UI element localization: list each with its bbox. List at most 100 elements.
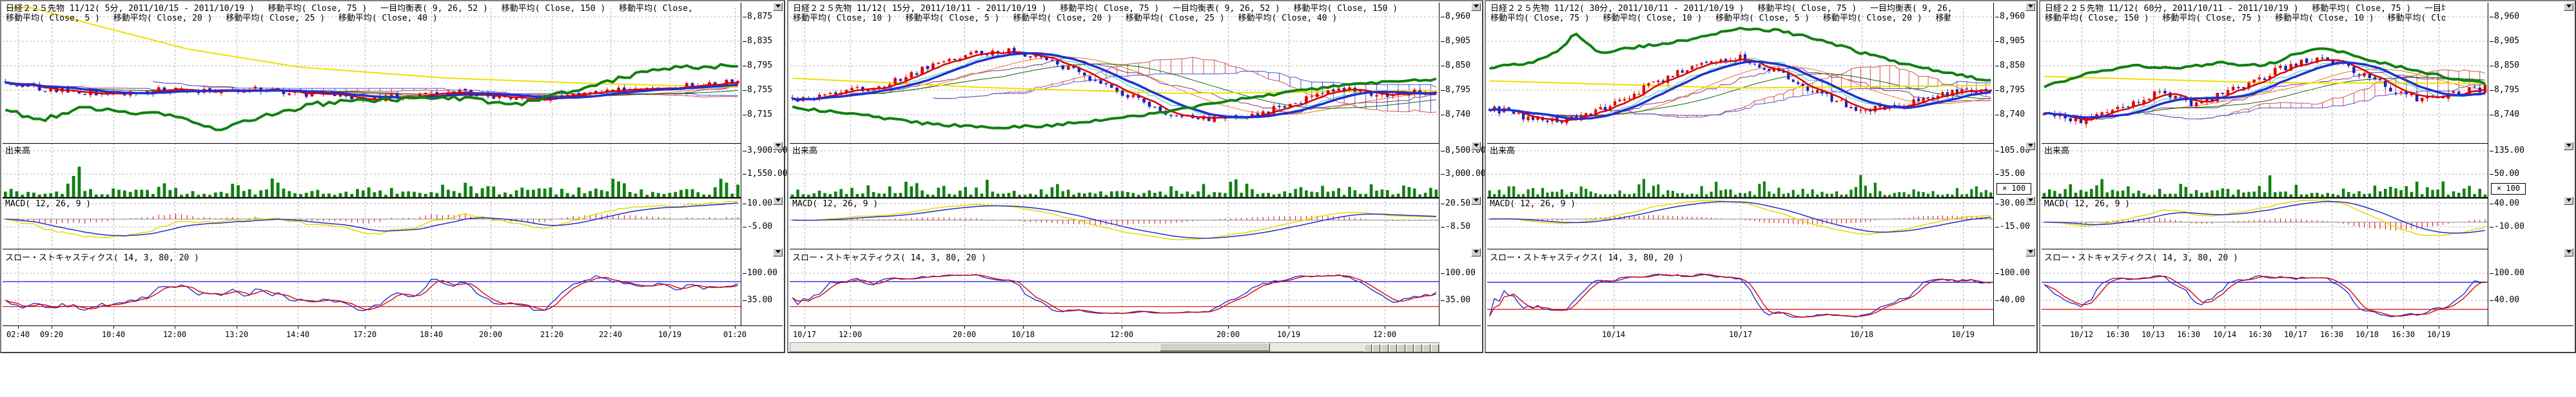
volume-section-label: 出来高 <box>5 144 30 156</box>
price-tick-label: 8,795 <box>2494 85 2519 95</box>
scrollbar-buttons[interactable] <box>1363 343 1439 351</box>
price-axis[interactable]: × 100 8,9608,9058,8508,7958,740105.0035.… <box>1995 3 2035 325</box>
chart-title-line1: 日経２２５先物 11/12( 5分, 2011/10/15 - 2011/10/… <box>6 4 698 14</box>
macd-tick-label: -5.00 <box>747 222 772 232</box>
chevron-down-icon <box>2028 144 2033 150</box>
time-tick <box>431 326 432 329</box>
chevron-down-icon <box>2566 5 2571 10</box>
price-tick-label: 8,850 <box>2494 61 2519 71</box>
stoch-tick-label: 100.00 <box>2494 268 2524 278</box>
time-tick-label: 10/18 <box>1850 330 1873 339</box>
chevron-down-icon <box>1474 144 1479 150</box>
section-dropdown-button[interactable] <box>1471 197 1481 205</box>
macd-section-label: MACD( 12, 26, 9 ) <box>5 199 91 209</box>
scrollbar-thumb[interactable] <box>1160 343 1270 351</box>
time-tick-label: 10/13 <box>2142 330 2165 339</box>
stoch-section-label: スロー・ストキャスティクス( 14, 3, 80, 20 ) <box>5 251 199 263</box>
section-dropdown-button[interactable] <box>2025 197 2035 205</box>
chart-window-5min: 日経２２５先物 11/12( 5分, 2011/10/15 - 2011/10/… <box>0 0 785 353</box>
section-dropdown-button[interactable] <box>2564 248 2573 257</box>
volume-tick-label: 50.00 <box>2494 169 2519 179</box>
chevron-down-icon <box>2028 250 2033 256</box>
time-tick-label: 20:00 <box>953 330 976 339</box>
section-dropdown-button[interactable] <box>1471 248 1481 257</box>
price-tick-label: 8,905 <box>2000 36 2025 46</box>
time-tick <box>1963 326 1964 329</box>
section-dropdown-button[interactable] <box>773 248 783 257</box>
chart-canvas[interactable] <box>3 3 741 325</box>
volume-multiplier-box: × 100 <box>1996 183 2031 195</box>
chart-plot-area[interactable]: 日経２２５先物 11/12( 15分, 2011/10/11 - 2011/10… <box>790 3 1439 325</box>
section-dropdown-button[interactable] <box>1471 3 1481 11</box>
chart-plot-area[interactable]: 日経２２５先物 11/12( 30分, 2011/10/11 - 2011/10… <box>1487 3 1994 325</box>
price-tick-label: 8,755 <box>747 85 772 95</box>
section-dropdown-button[interactable] <box>773 142 783 150</box>
time-tick <box>365 326 366 329</box>
time-tick-label: 10/17 <box>793 330 816 339</box>
section-dropdown-button[interactable] <box>773 197 783 205</box>
section-dropdown-button[interactable] <box>2564 142 2573 150</box>
volume-section-label: 出来高 <box>2044 144 2069 156</box>
time-tick <box>1023 326 1024 329</box>
stoch-section-label: スロー・ストキャスティクス( 14, 3, 80, 20 ) <box>2044 251 2238 263</box>
stoch-section-label: スロー・ストキャスティクス( 14, 3, 80, 20 ) <box>1490 251 1684 263</box>
time-tick-label: 01:20 <box>723 330 746 339</box>
chevron-down-icon <box>776 144 781 150</box>
section-dropdown-button[interactable] <box>2025 142 2035 150</box>
chart-canvas[interactable] <box>1487 3 1993 325</box>
price-tick-label: 8,960 <box>2494 12 2519 22</box>
time-tick <box>18 326 19 329</box>
chart-indicator-line2: 移動平均( Close, 10 ) 移動平均( Close, 5 ) 移動平均(… <box>793 14 1396 23</box>
time-tick-label: 12:00 <box>163 330 186 339</box>
time-tick-label: 22:40 <box>599 330 622 339</box>
section-dropdown-button[interactable] <box>773 3 783 11</box>
time-tick <box>735 326 736 329</box>
time-tick-label: 13:20 <box>225 330 248 339</box>
volume-tick-label: 35.00 <box>2000 169 2025 179</box>
macd-tick-label: 40.00 <box>2494 198 2519 209</box>
chart-canvas[interactable] <box>2042 3 2488 325</box>
time-tick-label: 10/17 <box>2284 330 2307 339</box>
section-dropdown-button[interactable] <box>1471 142 1481 150</box>
stoch-tick-label: 100.00 <box>1445 268 1476 278</box>
time-tick <box>2260 326 2261 329</box>
chart-plot-area[interactable]: 日経２２５先物 11/12( 60分, 2011/10/11 - 2011/10… <box>2042 3 2488 325</box>
stoch-tick-label: 100.00 <box>2000 268 2030 278</box>
chart-window-30min: 日経２２５先物 11/12( 30分, 2011/10/11 - 2011/10… <box>1485 0 2038 353</box>
time-tick-label: 12:00 <box>839 330 862 339</box>
macd-section-label: MACD( 12, 26, 9 ) <box>1490 199 1576 209</box>
time-tick <box>964 326 965 329</box>
chart-window-60min: 日経２２５先物 11/12( 60分, 2011/10/11 - 2011/10… <box>2039 0 2576 353</box>
chart-plot-area[interactable]: 日経２２５先物 11/12( 5分, 2011/10/15 - 2011/10/… <box>3 3 741 325</box>
section-dropdown-button[interactable] <box>2025 248 2035 257</box>
price-tick-label: 8,795 <box>1445 85 1470 95</box>
volume-tick-label: 1,550.00 <box>747 169 788 179</box>
price-tick-label: 8,740 <box>2494 110 2519 120</box>
chevron-down-icon <box>2566 144 2571 150</box>
section-dropdown-button[interactable] <box>2564 197 2573 205</box>
time-axis: 10/1410/1710/1810/19 <box>1487 325 2035 344</box>
chart-indicator-line2: 移動平均( Close, 5 ) 移動平均( Close, 20 ) 移動平均(… <box>6 14 698 23</box>
chevron-down-icon <box>776 5 781 10</box>
volume-tick-label: 3,000.00 <box>1445 169 1486 179</box>
section-dropdown-button[interactable] <box>2564 3 2573 11</box>
chevron-down-icon <box>776 250 781 256</box>
price-axis[interactable]: × 100 8,9608,9058,8508,7958,740135.0050.… <box>2490 3 2573 325</box>
chart-canvas[interactable] <box>790 3 1439 325</box>
horizontal-scrollbar[interactable] <box>790 342 1439 352</box>
price-tick-label: 8,905 <box>1445 36 1470 46</box>
chart-indicator-line2: 移動平均( Close, 150 ) 移動平均( Close, 75 ) 移動平… <box>2045 14 2445 23</box>
price-tick-label: 8,795 <box>747 61 772 71</box>
stoch-tick-label: 40.00 <box>2494 295 2519 305</box>
volume-section-label: 出来高 <box>792 144 817 156</box>
time-tick-label: 10/12 <box>2070 330 2093 339</box>
chart-title-line1: 日経２２５先物 11/12( 30分, 2011/10/11 - 2011/10… <box>1490 4 1951 14</box>
chevron-down-icon <box>2028 5 2033 10</box>
price-axis[interactable]: 8,9608,9058,8508,7958,7408,500.003,000.0… <box>1441 3 1481 325</box>
macd-tick-label: -15.00 <box>2000 222 2030 232</box>
price-axis[interactable]: 8,8758,8358,7958,7558,7153,900.001,550.0… <box>743 3 783 325</box>
time-tick-label: 10/14 <box>1602 330 1625 339</box>
section-dropdown-button[interactable] <box>2025 3 2035 11</box>
stoch-tick-label: 35.00 <box>1445 295 1470 305</box>
time-tick-label: 16:30 <box>2249 330 2272 339</box>
